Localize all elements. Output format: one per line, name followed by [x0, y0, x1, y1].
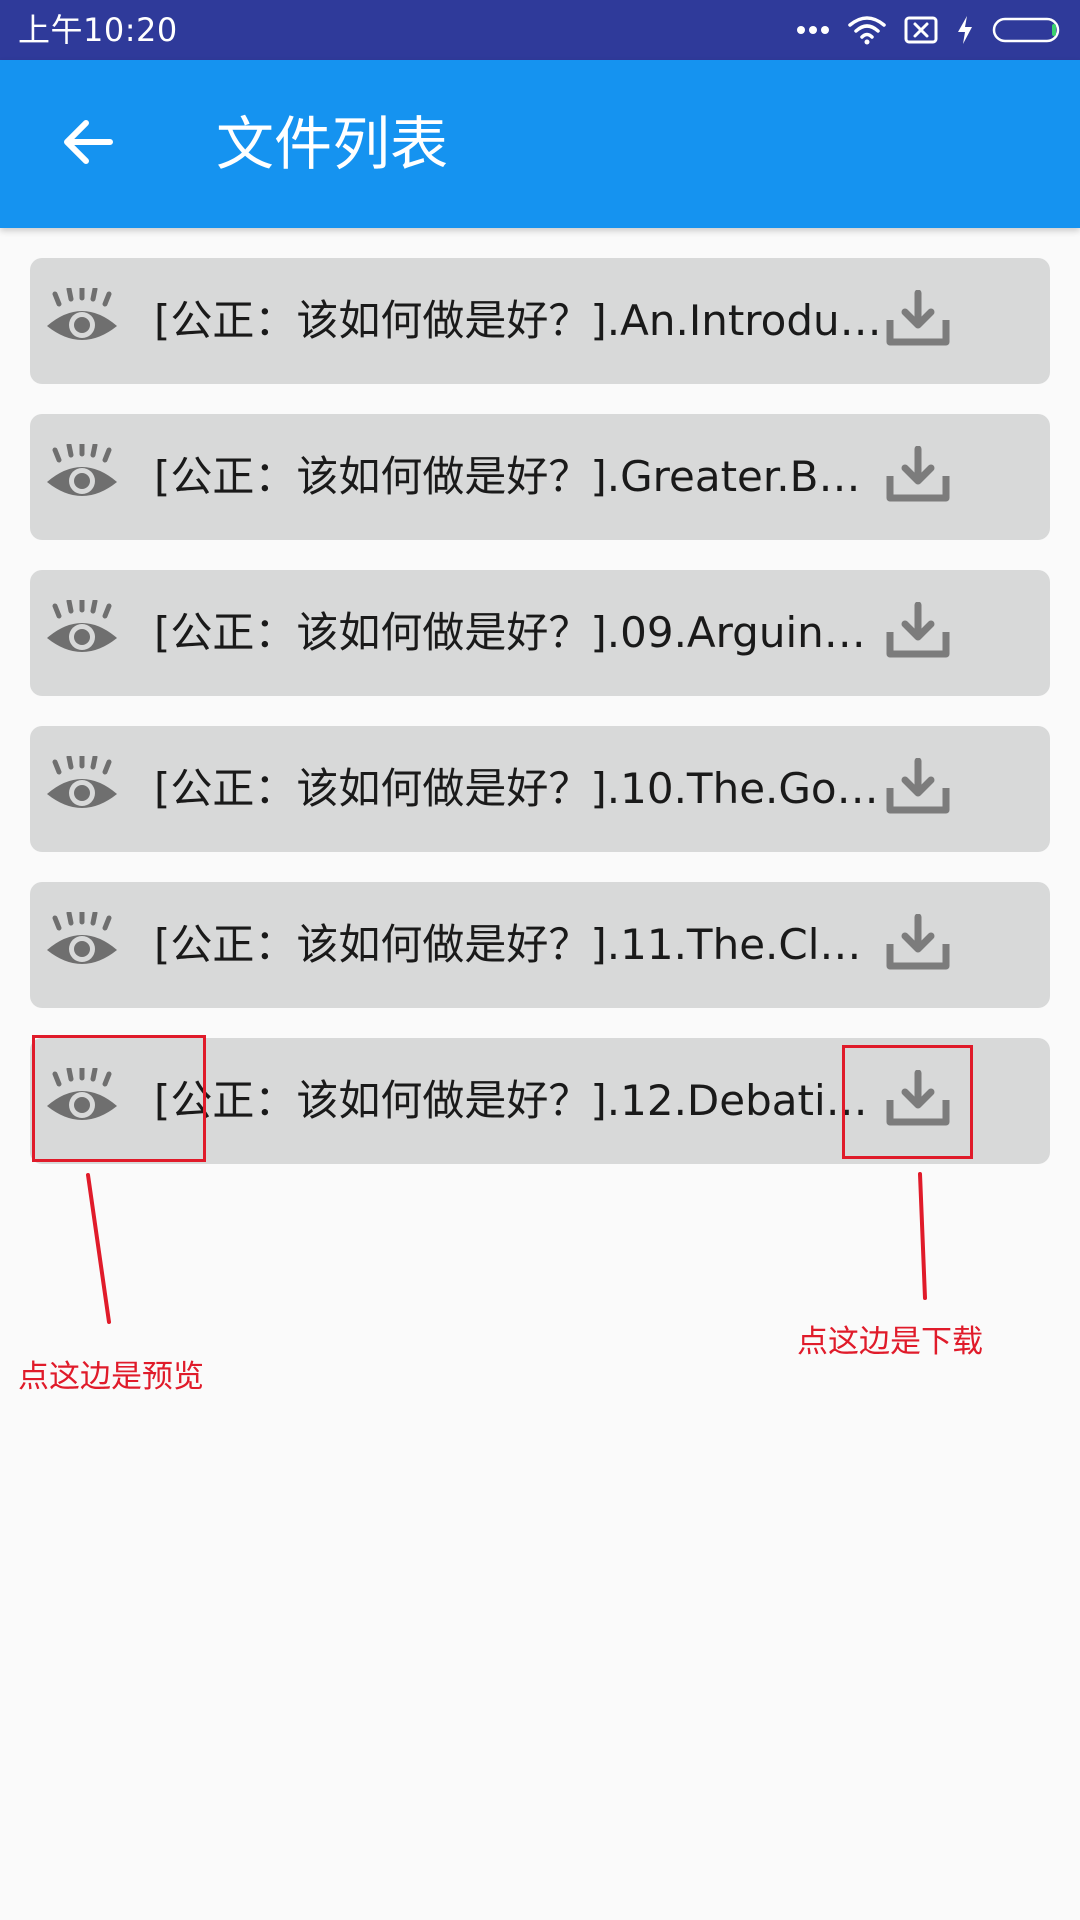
file-name: [公正：该如何做是好？].12.Debatin... [154, 1076, 884, 1125]
sim-blocked-icon [904, 15, 938, 45]
download-icon [885, 289, 951, 352]
eye-icon [45, 441, 119, 510]
preview-annotation-box [32, 1035, 206, 1162]
eye-icon [45, 597, 119, 666]
more-dots-icon [796, 25, 830, 35]
eye-icon [45, 285, 119, 354]
eye-icon [45, 909, 119, 978]
file-name: [公正：该如何做是好？].10.The.Goo... [154, 764, 884, 813]
download-button[interactable] [878, 442, 958, 512]
status-bar: 上午10:20 [0, 0, 1080, 60]
download-button[interactable] [878, 598, 958, 668]
download-icon [885, 757, 951, 820]
status-icons [796, 12, 1064, 48]
download-icon [885, 445, 951, 508]
list-item: [公正：该如何做是好？].An.Introduc... [30, 258, 1050, 384]
download-button[interactable] [878, 910, 958, 980]
list-item: [公正：该如何做是好？].09.Arguing.... [30, 570, 1050, 696]
preview-button[interactable] [42, 285, 122, 356]
list-item: [公正：该如何做是好？].11.The.Clai... [30, 882, 1050, 1008]
download-icon [885, 913, 951, 976]
download-icon [885, 601, 951, 664]
preview-annotation-label: 点这边是预览 [18, 1359, 204, 1395]
file-name: [公正：该如何做是好？].An.Introduc... [154, 296, 884, 345]
download-button[interactable] [878, 286, 958, 356]
preview-button[interactable] [42, 753, 122, 824]
arrow-left-icon [62, 118, 114, 170]
download-annotation-box [842, 1045, 973, 1159]
status-time: 上午10:20 [18, 11, 178, 49]
preview-button[interactable] [42, 597, 122, 668]
battery-icon [992, 15, 1064, 45]
wifi-icon [848, 15, 886, 45]
back-button[interactable] [38, 94, 138, 194]
list-item: [公正：该如何做是好？].Greater.Bos... [30, 414, 1050, 540]
preview-pointer-line [86, 1173, 111, 1324]
app-bar: 文件列表 [0, 60, 1080, 228]
file-name: [公正：该如何做是好？].09.Arguing.... [154, 608, 884, 657]
file-name: [公正：该如何做是好？].11.The.Clai... [154, 920, 884, 969]
download-button[interactable] [878, 754, 958, 824]
file-name: [公正：该如何做是好？].Greater.Bos... [154, 452, 884, 501]
preview-button[interactable] [42, 909, 122, 980]
page-title: 文件列表 [216, 110, 449, 178]
list-item: [公正：该如何做是好？].10.The.Goo... [30, 726, 1050, 852]
download-annotation-label: 点这边是下载 [797, 1324, 983, 1360]
eye-icon [45, 753, 119, 822]
preview-button[interactable] [42, 441, 122, 512]
charging-icon [956, 15, 974, 45]
